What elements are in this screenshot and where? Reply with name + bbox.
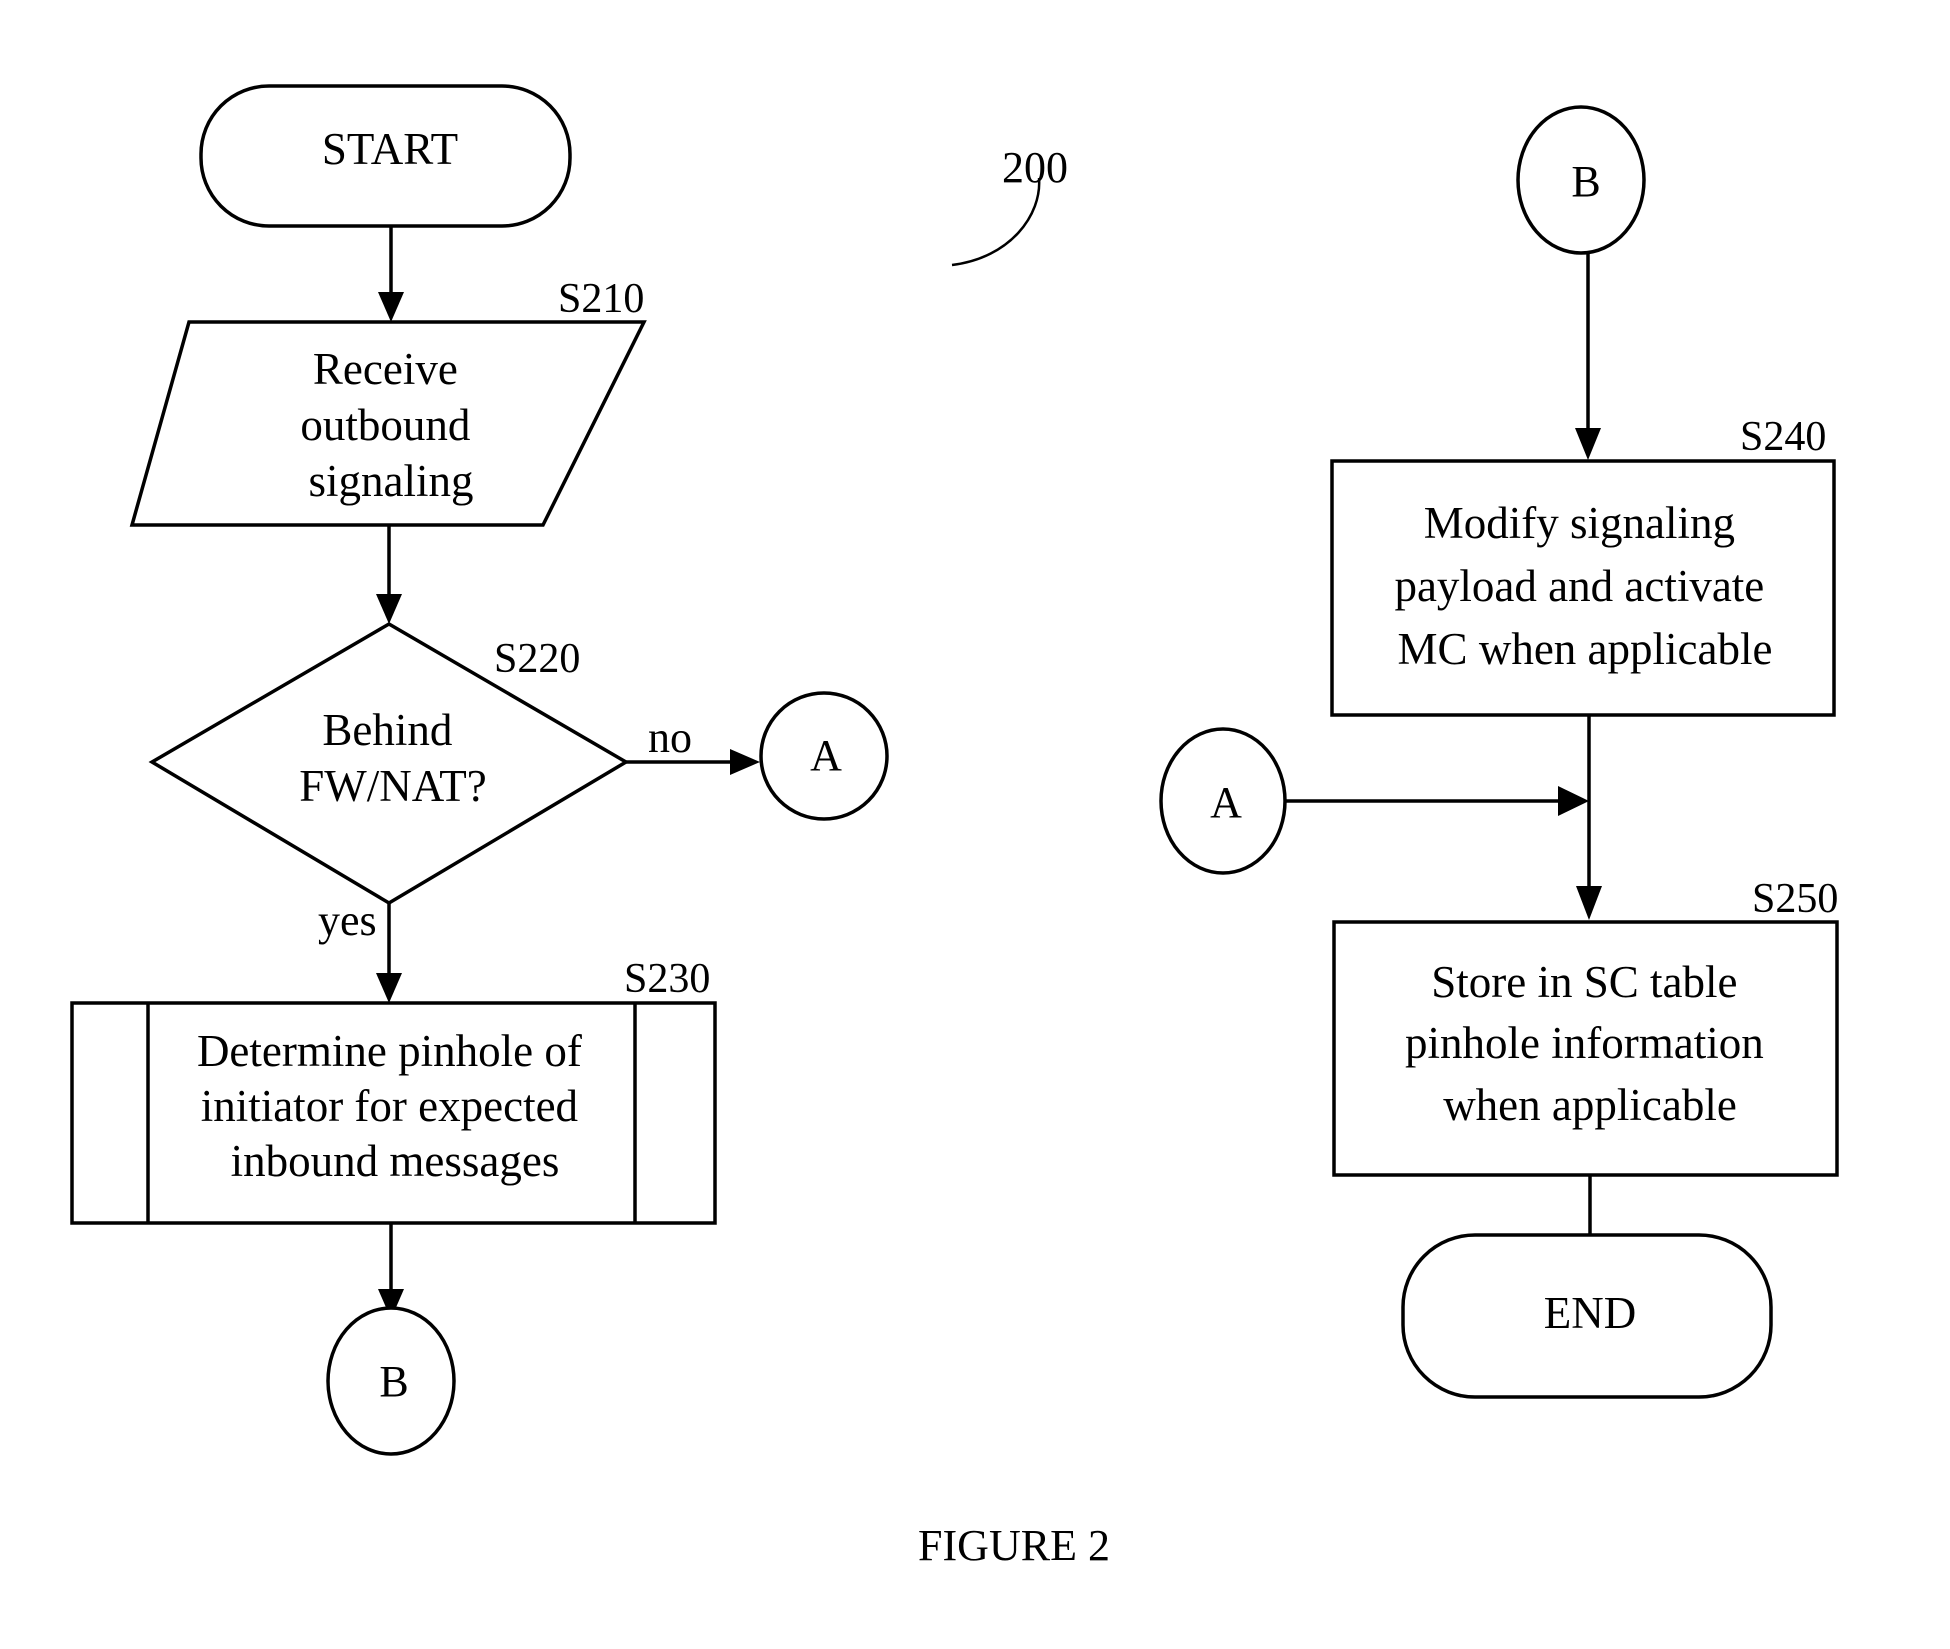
arrowhead (730, 749, 760, 775)
arrowhead (1575, 428, 1601, 460)
start-label: START (322, 124, 458, 174)
reference-number: 200 (1002, 143, 1068, 192)
s220-step-label: S220 (494, 636, 580, 682)
end-label: END (1544, 1288, 1636, 1338)
flowchart-canvas: 200 START S210 Receive outbound signalin… (70, 84, 1839, 1570)
arrowhead (376, 594, 402, 624)
arrowhead (1576, 886, 1602, 920)
figure-caption: FIGURE 2 (918, 1521, 1110, 1570)
connector-b-left-label: B (379, 1357, 408, 1406)
s210-step-label: S210 (558, 276, 644, 322)
connector-a-right-label: A (1210, 778, 1242, 827)
no-branch-label: no (648, 713, 692, 762)
s230-text: Determine pinhole of initiator for expec… (197, 1026, 593, 1186)
connector-a-left-label: A (810, 731, 842, 780)
s240-text: Modify signaling payload and activate MC… (1394, 498, 1775, 674)
s240-step-label: S240 (1740, 414, 1826, 460)
arrowhead (378, 292, 404, 322)
s250-step-label: S250 (1752, 876, 1838, 922)
arrowhead (1558, 786, 1589, 816)
s210-text: Receive outbound signaling (300, 344, 481, 506)
s250-text-lines: Store in SC table pinhole information wh… (1405, 957, 1775, 1130)
connector-b-right-label: B (1571, 157, 1600, 206)
yes-branch-label: yes (318, 896, 377, 945)
s230-step-label: S230 (624, 956, 710, 1002)
arrowhead (376, 973, 402, 1003)
